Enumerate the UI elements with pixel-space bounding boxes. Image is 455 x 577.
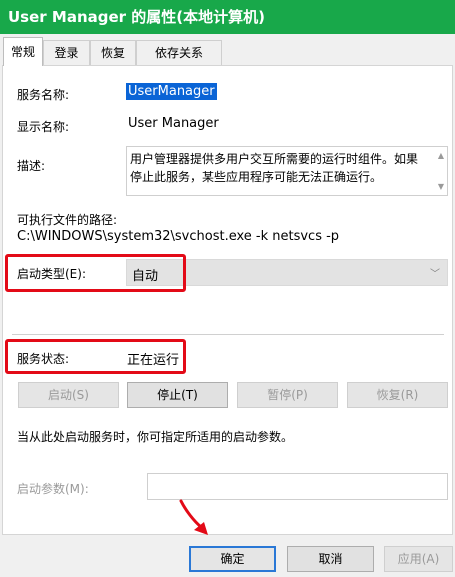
description-text: 用户管理器提供多用户交互所需要的运行时组件。如果停止此服务，某些应用程序可能无法…	[130, 152, 419, 184]
section-divider	[12, 334, 444, 335]
display-name-label: 显示名称:	[17, 120, 70, 134]
start-button[interactable]: 启动(S)	[18, 382, 119, 408]
tab-recovery[interactable]: 恢复	[90, 40, 136, 65]
window-titlebar: User Manager 的属性(本地计算机)	[0, 0, 455, 34]
description-label: 描述:	[17, 159, 46, 173]
description-textbox[interactable]: 用户管理器提供多用户交互所需要的运行时组件。如果停止此服务，某些应用程序可能无法…	[126, 146, 448, 196]
exe-path-value: C:\WINDOWS\system32\svchost.exe -k netsv…	[17, 229, 340, 244]
highlight-service-status	[5, 339, 186, 374]
annotation-arrow-icon	[179, 499, 208, 535]
window-title: User Manager 的属性(本地计算机)	[8, 8, 265, 26]
exe-path-label: 可执行文件的路径:	[17, 213, 118, 227]
ok-button[interactable]: 确定	[189, 546, 276, 572]
stop-button[interactable]: 停止(T)	[127, 382, 228, 408]
highlight-startup-type	[5, 254, 186, 292]
service-name-value[interactable]: UserManager	[126, 83, 217, 100]
scroll-down-icon[interactable]: ▼	[438, 182, 444, 191]
general-panel	[2, 65, 453, 535]
service-name-label: 服务名称:	[17, 88, 70, 102]
cancel-button[interactable]: 取消	[287, 546, 374, 572]
start-params-label: 启动参数(M):	[17, 482, 89, 496]
start-params-hint: 当从此处启动服务时，你可指定所适用的启动参数。	[17, 430, 294, 444]
chevron-down-icon: ﹀	[430, 269, 440, 280]
service-name-text: UserManager	[126, 83, 217, 100]
apply-button[interactable]: 应用(A)	[384, 546, 453, 572]
tab-bar: 常规 登录 恢复 依存关系	[0, 34, 455, 66]
resume-button[interactable]: 恢复(R)	[347, 382, 448, 408]
tab-general[interactable]: 常规	[3, 37, 43, 66]
tab-dependencies[interactable]: 依存关系	[136, 40, 222, 65]
scroll-up-icon[interactable]: ▲	[438, 151, 444, 160]
tab-logon[interactable]: 登录	[43, 40, 90, 65]
display-name-value: User Manager	[128, 116, 219, 131]
pause-button[interactable]: 暂停(P)	[237, 382, 338, 408]
